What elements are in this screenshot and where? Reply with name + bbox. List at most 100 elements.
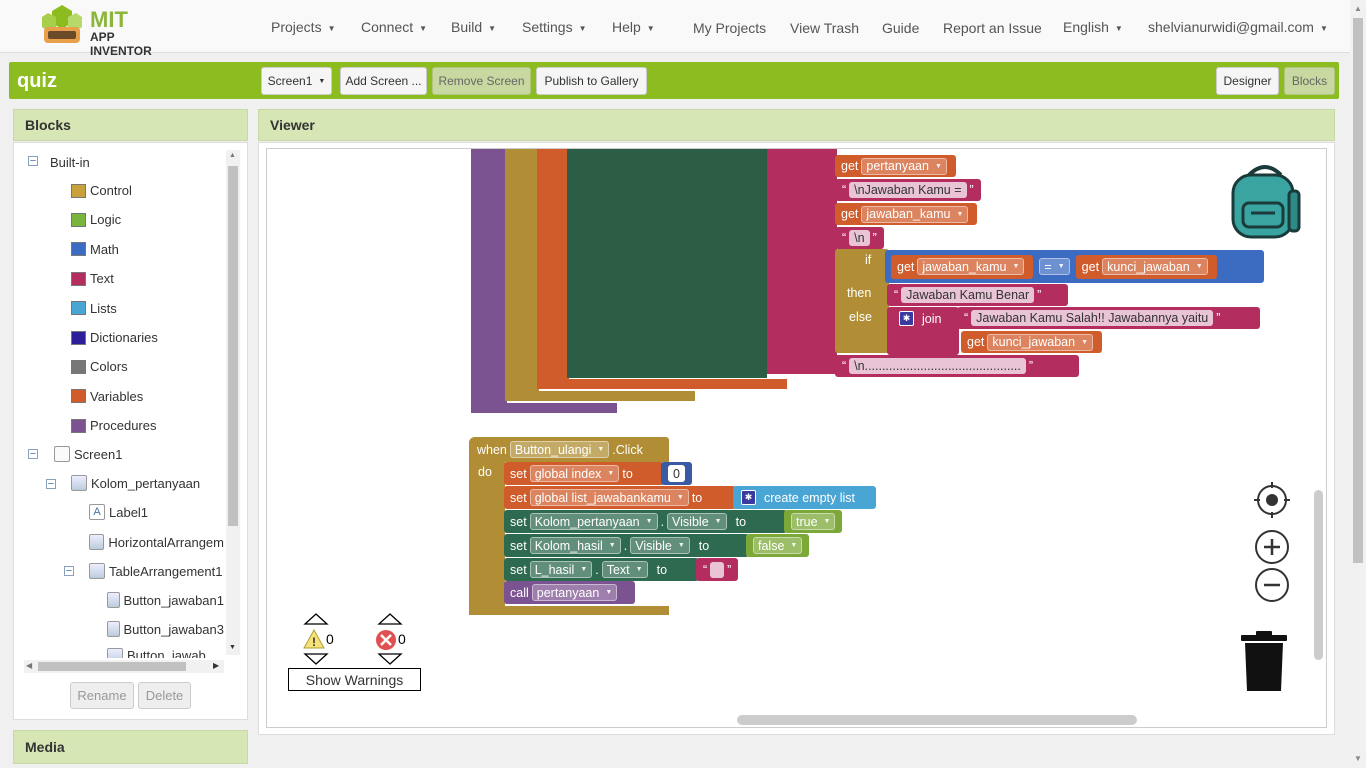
zoom-out-icon[interactable]	[1254, 567, 1290, 603]
blocks-button[interactable]: Blocks	[1284, 67, 1335, 95]
boolean-dropdown[interactable]: false ▼	[753, 537, 803, 554]
set-global-index-block[interactable]: set global index ▼ to	[504, 462, 664, 485]
tree-scroll-thumb[interactable]	[228, 166, 238, 526]
tree-button-jawaban1[interactable]: Button_jawaban1	[107, 592, 224, 608]
var-dropdown[interactable]: jawaban_kamu ▼	[861, 205, 969, 223]
component-dropdown[interactable]: Button_ulangi ▼	[509, 441, 610, 458]
scroll-down-icon[interactable]: ▼	[1354, 754, 1362, 763]
var-dropdown[interactable]: jawaban_kamu ▼	[917, 258, 1025, 275]
control-block-body[interactable]	[505, 149, 539, 397]
publish-gallery-button[interactable]: Publish to Gallery	[536, 67, 647, 95]
var-dropdown[interactable]: kunci_jawaban ▼	[1102, 258, 1208, 275]
builtin-drawer-math[interactable]: Math	[71, 242, 119, 257]
number-value[interactable]: 0	[668, 465, 685, 482]
builtin-drawer-procedures[interactable]: Procedures	[71, 418, 156, 433]
property-dropdown[interactable]: Visible ▼	[667, 513, 727, 530]
gear-icon[interactable]: ✱	[741, 490, 756, 505]
number-block[interactable]: 0	[661, 462, 692, 485]
boolean-dropdown[interactable]: true ▼	[791, 513, 836, 530]
scroll-down-icon[interactable]: ▼	[229, 644, 236, 651]
get-jawaban-kamu-block[interactable]: get jawaban_kamu ▼	[891, 254, 1034, 279]
event-handler-block[interactable]	[469, 437, 505, 614]
collapse-icon[interactable]: −	[64, 565, 74, 576]
menu-projects[interactable]: Projects ▼	[271, 19, 336, 35]
create-empty-list-block[interactable]: ✱ create empty list	[733, 486, 876, 509]
component-dropdown[interactable]: Kolom_pertanyaan ▼	[529, 513, 658, 530]
menu-connect[interactable]: Connect ▼	[361, 19, 427, 35]
link-report-issue[interactable]: Report an Issue	[943, 20, 1042, 36]
prev-error-arrow-icon[interactable]	[377, 612, 403, 626]
text-value[interactable]: Jawaban Kamu Salah!! Jawabannya yaitu	[971, 310, 1214, 326]
zoom-in-icon[interactable]	[1254, 529, 1290, 565]
scroll-left-icon[interactable]: ◀	[26, 661, 32, 670]
text-benar-block[interactable]: “Jawaban Kamu Benar”	[887, 284, 1068, 306]
procedure-dropdown[interactable]: pertanyaan ▼	[531, 584, 618, 601]
empty-text-block[interactable]: “”	[696, 558, 739, 581]
menu-language[interactable]: English ▼	[1063, 19, 1123, 35]
property-dropdown[interactable]: Visible ▼	[630, 537, 690, 554]
builtin-drawer-logic[interactable]: Logic	[71, 212, 121, 227]
collapse-icon[interactable]: −	[46, 478, 56, 489]
procedure-block-body[interactable]	[471, 149, 507, 412]
tree-horizontal-arrangement[interactable]: HorizontalArrangem	[89, 534, 224, 550]
text-value[interactable]: \n	[849, 230, 870, 246]
scroll-up-icon[interactable]: ▲	[1354, 4, 1362, 13]
builtin-drawer-lists[interactable]: Lists	[71, 301, 117, 316]
menu-account[interactable]: shelvianurwidi@gmail.com ▼	[1148, 19, 1328, 35]
join-block-body[interactable]	[767, 149, 837, 374]
property-dropdown[interactable]: Text ▼	[601, 561, 648, 578]
var-dropdown[interactable]: kunci_jawaban ▼	[987, 333, 1094, 351]
backpack-icon[interactable]	[1227, 161, 1303, 241]
trash-icon[interactable]	[1239, 631, 1289, 693]
get-jawaban-kamu-block[interactable]: get jawaban_kamu ▼	[835, 203, 978, 225]
next-error-arrow-icon[interactable]	[377, 652, 403, 666]
text-value[interactable]: \n......................................…	[849, 358, 1026, 374]
var-dropdown[interactable]: global index ▼	[529, 465, 620, 482]
scroll-up-icon[interactable]: ▲	[229, 152, 236, 159]
workspace-hscroll-thumb[interactable]	[737, 715, 1137, 725]
tree-button-jawaban3[interactable]: Button_jawaban3	[107, 621, 224, 637]
builtin-drawer-text[interactable]: Text	[71, 271, 114, 286]
builtin-drawer-colors[interactable]: Colors	[71, 359, 128, 374]
tree-vertical-scrollbar[interactable]: ▲ ▼	[226, 150, 240, 655]
set-global-list-block[interactable]: set global list_jawabankamu ▼ to	[504, 486, 736, 509]
tree-hscroll-thumb[interactable]	[38, 662, 186, 671]
gear-icon[interactable]: ✱	[899, 311, 914, 326]
compare-block[interactable]: get jawaban_kamu ▼ = ▼ get kunci_jawaban ▼	[885, 250, 1264, 283]
tree-button-partial[interactable]: Button_jawab	[107, 648, 224, 658]
prev-warning-arrow-icon[interactable]	[303, 612, 329, 626]
text-value[interactable]: Jawaban Kamu Benar	[901, 287, 1035, 303]
var-dropdown[interactable]: pertanyaan ▼	[861, 157, 947, 175]
component-dropdown[interactable]: L_hasil ▼	[529, 561, 593, 578]
text-string-block[interactable]: “\nJawaban Kamu =”	[835, 179, 981, 201]
text-newline-block[interactable]: “\n”	[835, 227, 884, 249]
text-dots-block[interactable]: “\n.....................................…	[835, 355, 1079, 377]
tree-screen1[interactable]: Screen1	[54, 446, 122, 462]
if-then-else-block[interactable]	[835, 249, 889, 353]
link-view-trash[interactable]: View Trash	[790, 20, 859, 36]
menu-build[interactable]: Build ▼	[451, 19, 496, 35]
link-guide[interactable]: Guide	[882, 20, 919, 36]
false-block[interactable]: false ▼	[746, 534, 810, 557]
page-scroll-thumb[interactable]	[1353, 18, 1363, 563]
event-handler-header[interactable]: when Button_ulangi ▼ .Click	[469, 437, 669, 462]
set-kolom-hasil-visible-block[interactable]: set Kolom_hasil ▼. Visible ▼ to	[504, 534, 749, 557]
text-value[interactable]	[710, 561, 725, 578]
link-my-projects[interactable]: My Projects	[693, 20, 766, 36]
collapse-icon[interactable]: −	[28, 448, 38, 459]
tree-horizontal-scrollbar[interactable]: ◀ ▶	[24, 660, 224, 673]
tree-builtin[interactable]: Built-in	[50, 155, 90, 170]
set-kolom-pertanyaan-visible-block[interactable]: set Kolom_pertanyaan ▼. Visible ▼ to	[504, 510, 787, 533]
scroll-right-icon[interactable]: ▶	[213, 661, 219, 670]
variable-block-body[interactable]	[537, 149, 569, 382]
add-screen-button[interactable]: Add Screen ...	[340, 67, 427, 95]
component-dropdown[interactable]: Kolom_hasil ▼	[529, 537, 621, 554]
screen-select[interactable]: Screen1 ▼	[261, 67, 332, 95]
menu-settings[interactable]: Settings ▼	[522, 19, 587, 35]
component-set-block[interactable]	[567, 149, 767, 378]
get-pertanyaan-block[interactable]: get pertanyaan ▼	[835, 155, 956, 177]
builtin-drawer-control[interactable]: Control	[71, 183, 132, 198]
collapse-icon[interactable]: −	[28, 155, 38, 166]
tree-kolom-pertanyaan[interactable]: Kolom_pertanyaan	[71, 475, 200, 491]
workspace-vscroll-thumb[interactable]	[1314, 490, 1323, 660]
